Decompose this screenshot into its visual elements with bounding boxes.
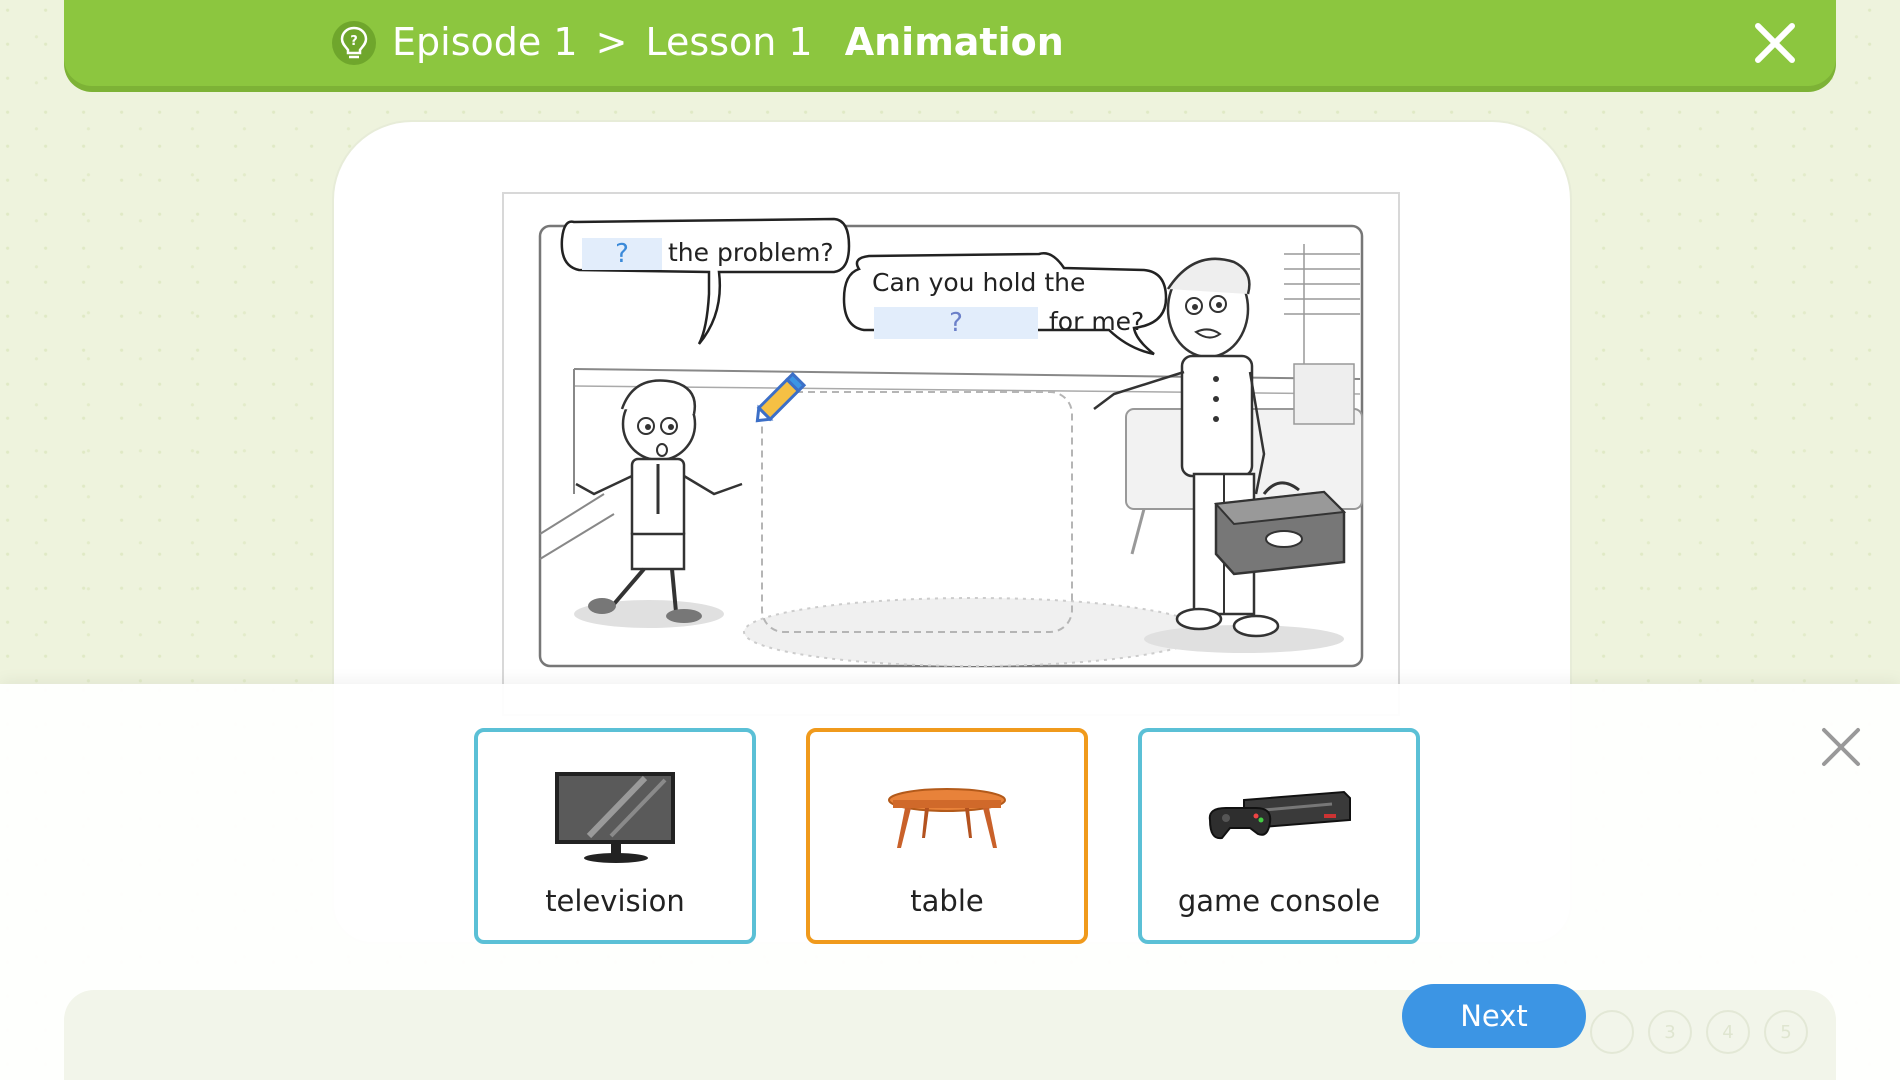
page-dot[interactable]: 5 xyxy=(1764,1010,1808,1054)
close-button[interactable] xyxy=(1750,18,1800,68)
option-label: television xyxy=(545,884,685,918)
breadcrumb-separator: > xyxy=(595,20,628,64)
blank-slot-2[interactable]: ? xyxy=(874,307,1038,339)
close-options-button[interactable] xyxy=(1818,724,1864,770)
close-icon xyxy=(1755,23,1795,63)
option-television[interactable]: television xyxy=(474,728,756,944)
close-icon xyxy=(1822,728,1860,766)
svg-text:?: ? xyxy=(350,34,358,49)
pencil-icon xyxy=(755,371,807,423)
game-console-icon xyxy=(1208,790,1351,840)
header-bar: ? Episode 1 > Lesson 1 Animation xyxy=(64,0,1836,86)
bubble-1-text: the problem? xyxy=(668,238,834,267)
next-button[interactable]: Next xyxy=(1402,984,1586,1048)
page-title: Animation xyxy=(844,20,1064,64)
blank-slot-1[interactable]: ? xyxy=(582,238,662,270)
option-table[interactable]: table xyxy=(806,728,1088,944)
page-dot[interactable]: 4 xyxy=(1706,1010,1750,1054)
television-icon xyxy=(555,772,675,863)
page-dot[interactable] xyxy=(1590,1010,1634,1054)
comic-illustration: ? the problem? Can you hold the ? for me… xyxy=(502,192,1400,716)
lightbulb-question-icon: ? xyxy=(340,26,368,59)
breadcrumb: Episode 1 > Lesson 1 Animation xyxy=(392,18,1064,66)
hint-button[interactable]: ? xyxy=(332,21,376,65)
table-icon xyxy=(888,788,1006,848)
page-dot[interactable]: 3 xyxy=(1648,1010,1692,1054)
option-label: game console xyxy=(1177,884,1381,918)
breadcrumb-lesson: Lesson 1 xyxy=(645,20,813,64)
option-label: table xyxy=(910,884,984,918)
option-game-console[interactable]: game console xyxy=(1138,728,1420,944)
breadcrumb-episode: Episode 1 xyxy=(392,20,578,64)
bubble-2-line1: Can you hold the xyxy=(872,268,1086,297)
page-indicator: 3 4 5 xyxy=(1590,1010,1808,1054)
bubble-2-line2: for me? xyxy=(1049,307,1145,336)
